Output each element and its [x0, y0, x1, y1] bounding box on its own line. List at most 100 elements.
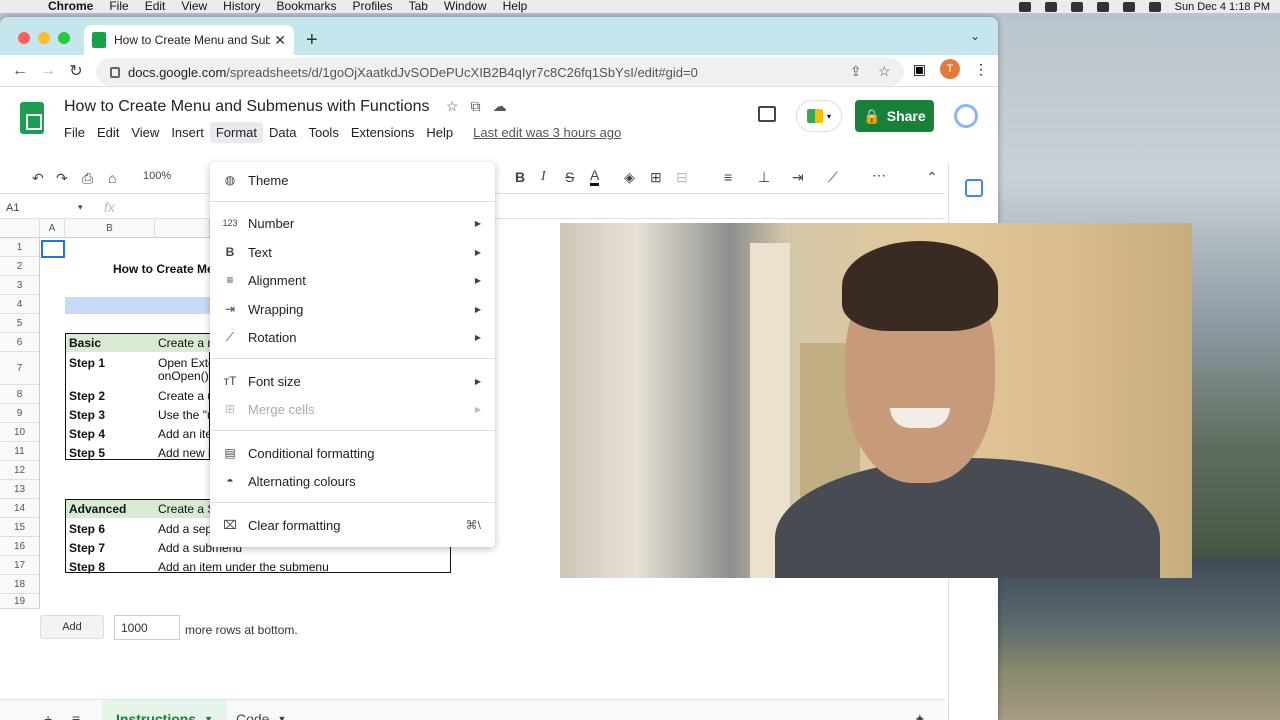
close-window-button[interactable]	[18, 32, 30, 44]
menubar-help[interactable]: Help	[495, 0, 536, 13]
step-cell[interactable]: Step 3	[66, 406, 108, 424]
step-cell[interactable]: Step 4	[66, 425, 108, 443]
more-icon[interactable]: ⋯	[872, 167, 886, 184]
doc-title[interactable]: How to Create Menu and Submenus with Fun…	[64, 98, 430, 116]
menubar-view[interactable]: View	[173, 0, 215, 13]
menu-item-alignment[interactable]: ≡ Alignment ▶	[210, 266, 495, 294]
menu-edit[interactable]: Edit	[91, 122, 125, 143]
menu-item-clear-formatting[interactable]: ⌧ Clear formatting ⌘\	[210, 511, 495, 539]
vertical-align-icon[interactable]: ⊥	[758, 169, 770, 186]
clock[interactable]: Sun Dec 4 1:18 PM	[1175, 1, 1270, 13]
text-color-icon[interactable]: A	[590, 168, 600, 186]
star-icon[interactable]: ☆	[446, 98, 459, 115]
row-header[interactable]: 5	[0, 314, 40, 333]
account-icon[interactable]	[954, 104, 978, 128]
menu-item-text[interactable]: B Text ▶	[210, 238, 495, 266]
row-header[interactable]: 10	[0, 423, 40, 442]
corner-select[interactable]	[0, 219, 40, 238]
paint-format-icon[interactable]: ⌂	[108, 170, 116, 186]
basic-header[interactable]: Basic	[66, 334, 155, 352]
desc-cell[interactable]: Add an item under the submenu	[155, 558, 332, 576]
column-header[interactable]: B	[65, 219, 155, 238]
bold-icon[interactable]: B	[515, 169, 525, 185]
status-icon[interactable]	[1070, 1, 1083, 12]
row-header[interactable]: 17	[0, 556, 40, 575]
share-button[interactable]: 🔒 Share	[855, 100, 934, 132]
menu-extensions[interactable]: Extensions	[345, 122, 421, 143]
zoom-select[interactable]: 100%	[143, 170, 171, 182]
menu-format[interactable]: Format	[209, 122, 263, 143]
desc-cell[interactable]: Add an ite	[155, 425, 215, 443]
sheet-tab-code[interactable]: Code ▼	[222, 700, 300, 720]
share-page-icon[interactable]: ⇪	[850, 63, 862, 80]
advanced-header[interactable]: Advanced	[66, 500, 155, 518]
cloud-status-icon[interactable]: ☁	[493, 98, 507, 115]
highlight-cell[interactable]	[65, 297, 215, 314]
step-cell[interactable]: Step 5	[66, 444, 108, 462]
sheet-tab-instructions[interactable]: Instructions ▼	[102, 700, 228, 720]
row-header[interactable]: 15	[0, 518, 40, 537]
menu-item-number[interactable]: 123 Number ▶	[210, 209, 495, 237]
text-wrap-icon[interactable]: ⇥	[792, 169, 804, 186]
status-icon[interactable]	[1044, 1, 1057, 12]
comment-history-icon[interactable]	[758, 106, 776, 122]
row-header[interactable]: 19	[0, 594, 40, 609]
menu-file[interactable]: File	[58, 122, 91, 143]
row-header[interactable]: 18	[0, 575, 40, 594]
row-header[interactable]: 11	[0, 442, 40, 461]
name-box[interactable]: A1	[6, 202, 19, 214]
row-header[interactable]: 12	[0, 461, 40, 480]
desc-cell[interactable]: onOpen()	[155, 367, 212, 385]
row-header[interactable]: 16	[0, 537, 40, 556]
row-header[interactable]: 3	[0, 276, 40, 295]
basic-header-desc[interactable]: Create a r	[155, 334, 210, 352]
strikethrough-icon[interactable]: S	[565, 169, 574, 185]
menu-item-wrapping[interactable]: ⇥ Wrapping ▶	[210, 295, 495, 323]
chevron-down-icon[interactable]: ▾	[78, 202, 83, 213]
address-bar[interactable]: docs.google.com /spreadsheets/d/1goOjXaa…	[96, 58, 904, 86]
menubar-profiles[interactable]: Profiles	[345, 0, 401, 13]
new-tab-button[interactable]: +	[306, 29, 318, 52]
lock-icon[interactable]	[110, 66, 120, 78]
calendar-icon[interactable]	[965, 179, 983, 197]
explore-icon[interactable]: ✦	[900, 700, 940, 720]
step-cell[interactable]: Step 8	[66, 558, 108, 576]
row-header[interactable]: 2	[0, 257, 40, 276]
step-cell[interactable]: Step 7	[66, 539, 108, 557]
collapse-icon[interactable]: ⌃	[926, 169, 938, 186]
print-icon[interactable]: ⎙	[82, 170, 93, 187]
step-cell[interactable]: Step 6	[66, 520, 108, 538]
row-header[interactable]: 6	[0, 333, 40, 352]
sidebar-icon[interactable]: ▣	[913, 61, 926, 78]
forward-icon[interactable]: →	[34, 62, 62, 80]
meet-button[interactable]: ▾	[796, 100, 842, 132]
menubar-bookmarks[interactable]: Bookmarks	[269, 0, 345, 13]
profile-avatar[interactable]: T	[940, 59, 960, 79]
column-header[interactable]: A	[40, 219, 65, 238]
add-rows-button[interactable]: Add	[40, 615, 104, 639]
menu-item-rotation[interactable]: ⟋ Rotation ▶	[210, 323, 495, 351]
row-header[interactable]: 7	[0, 352, 40, 385]
row-header[interactable]: 14	[0, 499, 40, 518]
fill-color-icon[interactable]: ◈	[624, 169, 635, 186]
menu-view[interactable]: View	[125, 122, 165, 143]
desc-cell[interactable]: Add a sep	[155, 520, 215, 538]
wifi-icon[interactable]	[1122, 1, 1135, 12]
menubar-app[interactable]: Chrome	[40, 0, 101, 13]
menu-item-conditional-formatting[interactable]: ▤ Conditional formatting	[210, 439, 495, 467]
desc-cell[interactable]: Create a u	[155, 387, 217, 405]
menu-help[interactable]: Help	[420, 122, 459, 143]
row-header[interactable]: 8	[0, 385, 40, 404]
sheets-logo-icon[interactable]	[20, 102, 44, 134]
desc-cell[interactable]: Add new i	[155, 444, 214, 462]
close-tab-icon[interactable]: ✕	[274, 32, 286, 49]
column-header[interactable]	[155, 219, 210, 238]
back-icon[interactable]: ←	[6, 62, 34, 80]
text-rotation-icon[interactable]: ⟋	[828, 169, 838, 186]
menu-item-font-size[interactable]: ᴛT Font size ▶	[210, 367, 495, 395]
status-icon[interactable]	[1018, 1, 1031, 12]
redo-icon[interactable]: ↷	[56, 170, 68, 187]
menubar-tab[interactable]: Tab	[401, 0, 436, 13]
row-header[interactable]: 1	[0, 238, 40, 257]
menu-tools[interactable]: Tools	[302, 122, 344, 143]
